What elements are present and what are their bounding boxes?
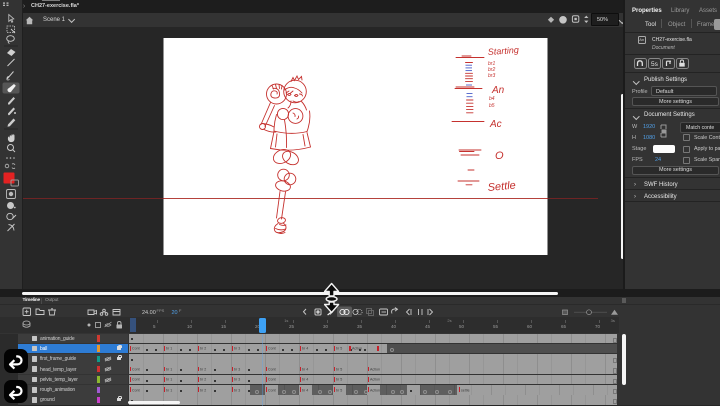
svg-text:Settle: Settle bbox=[487, 180, 516, 194]
svg-text:24.00: 24.00 bbox=[142, 310, 156, 316]
svg-text:br3: br3 bbox=[488, 73, 495, 79]
svg-text:b5: b5 bbox=[489, 103, 495, 109]
svg-text:b4: b4 bbox=[489, 96, 495, 102]
svg-text:O: O bbox=[495, 150, 504, 162]
svg-text:20: 20 bbox=[172, 310, 178, 316]
svg-text:Ac: Ac bbox=[489, 119, 502, 130]
svg-text:5s: 5s bbox=[651, 61, 659, 68]
svg-text:An: An bbox=[491, 85, 505, 96]
svg-text:FPS: FPS bbox=[157, 308, 165, 313]
svg-text:F: F bbox=[179, 308, 182, 313]
